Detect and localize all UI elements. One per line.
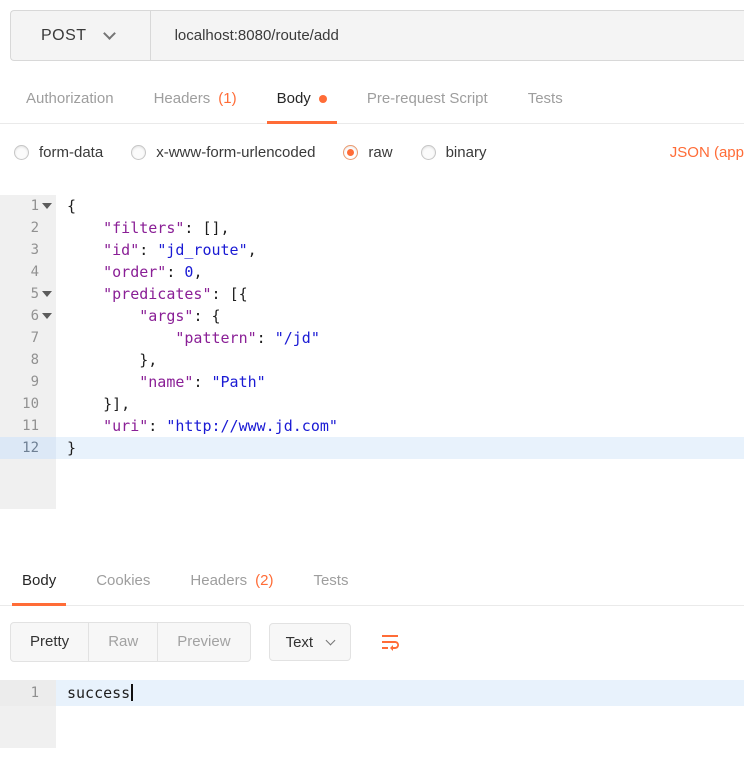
response-tabs: Body Cookies Headers (2) Tests — [0, 559, 744, 606]
radio-icon — [131, 145, 146, 160]
tab-label: Cookies — [96, 572, 150, 589]
code-line[interactable]: 1success — [0, 680, 744, 706]
tab-body[interactable]: Body — [257, 77, 347, 123]
line-number: 3 — [0, 239, 56, 261]
line-number: 10 — [0, 393, 56, 415]
code-line[interactable]: 6 "args": { — [0, 305, 744, 327]
code-line[interactable]: 3 "id": "jd_route", — [0, 239, 744, 261]
pretty-button[interactable]: Pretty — [11, 623, 89, 661]
preview-button[interactable]: Preview — [158, 623, 249, 661]
fold-toggle-icon[interactable] — [42, 203, 52, 209]
line-number: 2 — [0, 217, 56, 239]
text-cursor — [131, 684, 133, 701]
radio-label: binary — [446, 144, 487, 161]
response-toolbar: Pretty Raw Preview Text — [10, 622, 744, 662]
request-url-bar: POST localhost:8080/route/add — [10, 10, 744, 61]
line-number: 12 — [0, 437, 56, 459]
chevron-down-icon — [326, 636, 336, 646]
code-line[interactable]: 12} — [0, 437, 744, 459]
request-body-editor[interactable]: 1{2 "filters": [],3 "id": "jd_route",4 "… — [0, 195, 744, 509]
wrap-text-button[interactable] — [369, 622, 411, 662]
tab-label: Body — [277, 90, 311, 107]
headers-count-badge: (2) — [255, 572, 273, 589]
content-type-dropdown[interactable]: JSON (app — [670, 144, 744, 161]
radio-raw[interactable]: raw — [343, 144, 392, 161]
url-text: localhost:8080/route/add — [175, 27, 339, 44]
radio-binary[interactable]: binary — [421, 144, 487, 161]
body-content-dot-icon — [319, 95, 327, 103]
code-line[interactable]: 8 }, — [0, 349, 744, 371]
tab-label: Authorization — [26, 90, 114, 107]
code-line[interactable]: 2 "filters": [], — [0, 217, 744, 239]
fold-toggle-icon[interactable] — [42, 291, 52, 297]
code-line[interactable]: 11 "uri": "http://www.jd.com" — [0, 415, 744, 437]
body-type-row: form-data x-www-form-urlencoded raw bina… — [14, 144, 744, 161]
chevron-down-icon — [103, 27, 116, 40]
raw-button[interactable]: Raw — [89, 623, 158, 661]
line-number: 5 — [0, 283, 56, 305]
line-number: 4 — [0, 261, 56, 283]
code-line[interactable]: 10 }], — [0, 393, 744, 415]
fold-toggle-icon[interactable] — [42, 313, 52, 319]
radio-icon — [421, 145, 436, 160]
response-body-editor[interactable]: 1success — [0, 680, 744, 748]
headers-count-badge: (1) — [218, 90, 236, 107]
format-label: Text — [286, 634, 314, 651]
code-line[interactable]: 1{ — [0, 195, 744, 217]
radio-x-www-form-urlencoded[interactable]: x-www-form-urlencoded — [131, 144, 315, 161]
tab-cookies[interactable]: Cookies — [76, 559, 170, 605]
tab-label: Tests — [313, 572, 348, 589]
code-line[interactable]: 7 "pattern": "/jd" — [0, 327, 744, 349]
method-dropdown[interactable]: POST — [11, 11, 151, 60]
tab-label: Tests — [528, 90, 563, 107]
code-line[interactable]: 9 "name": "Path" — [0, 371, 744, 393]
radio-label: x-www-form-urlencoded — [156, 144, 315, 161]
radio-icon — [14, 145, 29, 160]
radio-form-data[interactable]: form-data — [14, 144, 103, 161]
wrap-text-icon — [378, 630, 402, 654]
tab-response-tests[interactable]: Tests — [293, 559, 368, 605]
line-number: 6 — [0, 305, 56, 327]
radio-label: raw — [368, 144, 392, 161]
tab-label: Pre-request Script — [367, 90, 488, 107]
code-line[interactable]: 4 "order": 0, — [0, 261, 744, 283]
line-number: 1 — [0, 195, 56, 217]
tab-headers[interactable]: Headers (1) — [134, 77, 257, 123]
radio-checked-icon — [343, 145, 358, 160]
tab-pre-request-script[interactable]: Pre-request Script — [347, 77, 508, 123]
request-tabs: Authorization Headers (1) Body Pre-reque… — [0, 77, 744, 124]
tab-tests[interactable]: Tests — [508, 77, 583, 123]
url-input[interactable]: localhost:8080/route/add — [151, 11, 744, 60]
radio-label: form-data — [39, 144, 103, 161]
code-line[interactable]: 5 "predicates": [{ — [0, 283, 744, 305]
tab-label: Headers — [154, 90, 211, 107]
view-mode-group: Pretty Raw Preview — [10, 622, 251, 662]
tab-label: Body — [22, 572, 56, 589]
method-label: POST — [41, 27, 87, 45]
line-number: 7 — [0, 327, 56, 349]
line-number: 11 — [0, 415, 56, 437]
line-number: 1 — [0, 680, 56, 706]
tab-authorization[interactable]: Authorization — [6, 77, 134, 123]
line-number: 8 — [0, 349, 56, 371]
tab-response-body[interactable]: Body — [2, 559, 76, 605]
tab-label: Headers — [190, 572, 247, 589]
format-dropdown[interactable]: Text — [269, 623, 352, 661]
tab-response-headers[interactable]: Headers (2) — [170, 559, 293, 605]
line-number: 9 — [0, 371, 56, 393]
